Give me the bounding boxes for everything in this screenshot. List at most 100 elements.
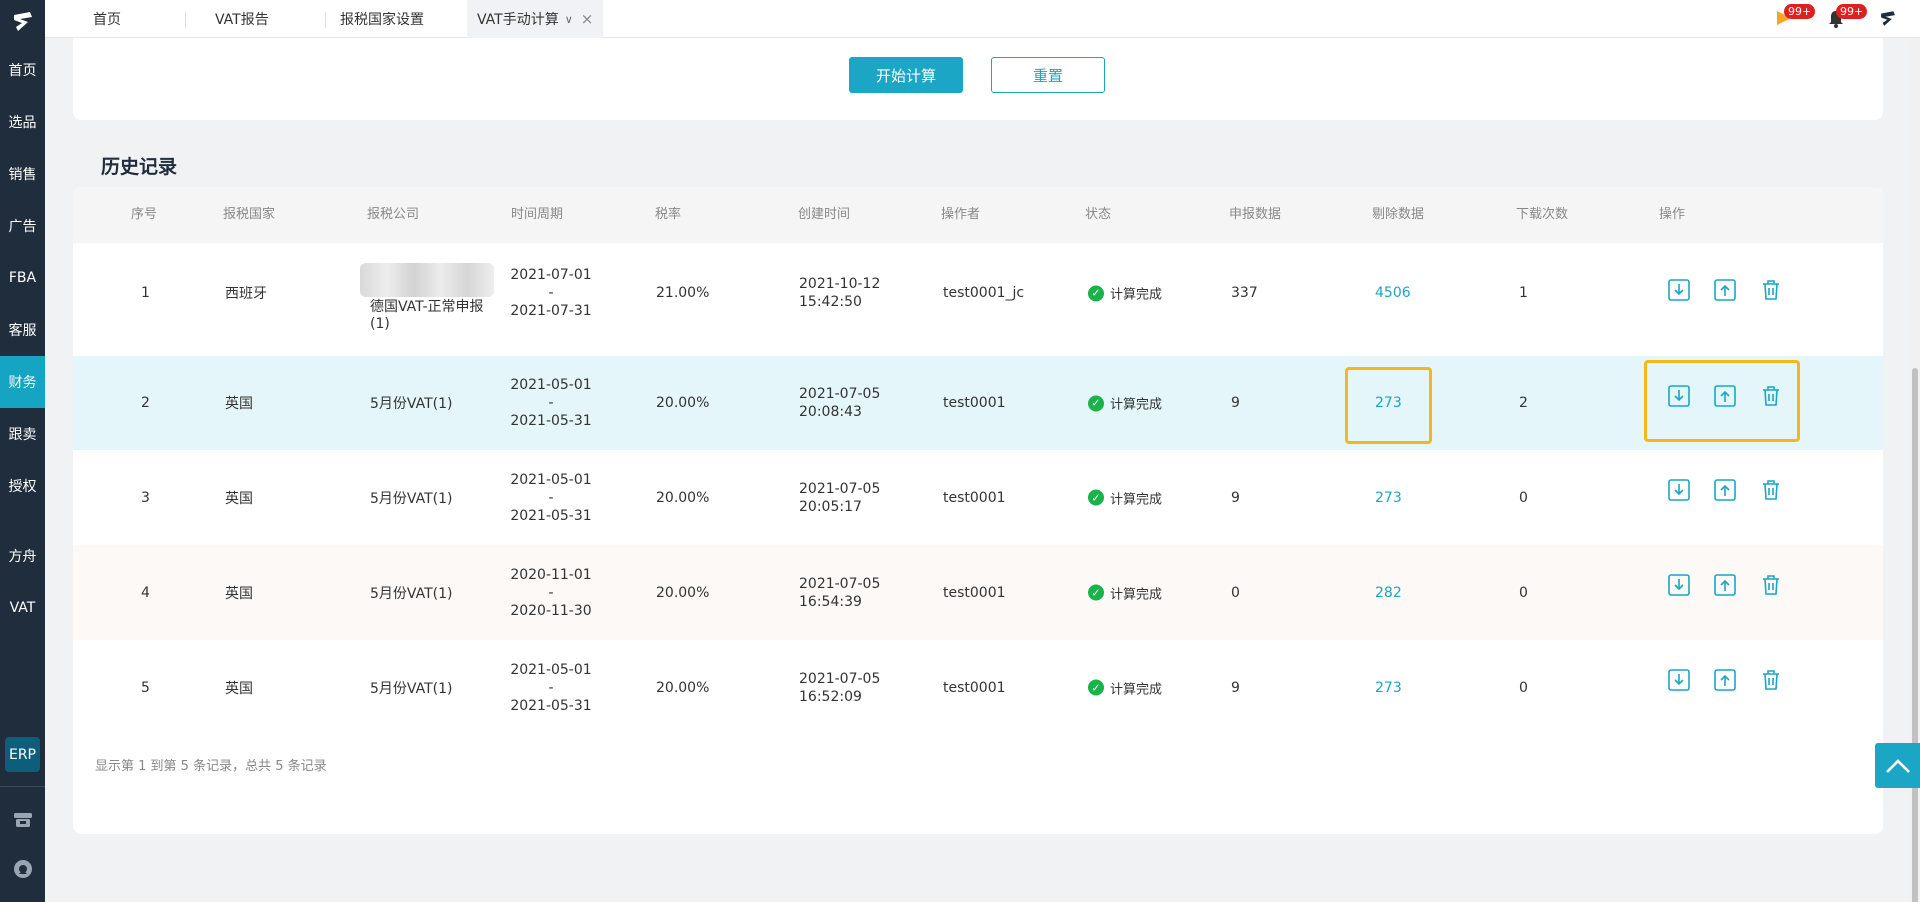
cell-index: 2 [141, 395, 150, 411]
sidebar-item-home[interactable]: 首页 [0, 44, 45, 96]
cell-rate: 20.00% [656, 584, 710, 601]
bell-notification[interactable]: 99+ [1824, 4, 1868, 31]
sidebar-item-service[interactable]: 客服 [0, 304, 45, 356]
history-title: 历史记录 [101, 156, 178, 178]
download-icon[interactable] [1665, 571, 1693, 599]
sidebar: 首页 选品 销售 广告 FBA 客服 财务 跟卖 授权 方舟 VAT ERP [0, 0, 45, 902]
upload-icon[interactable] [1711, 276, 1739, 304]
sidebar-item-follow[interactable]: 跟卖 [0, 408, 45, 460]
scroll-thumb[interactable] [1912, 368, 1918, 902]
status-text: 计算完成 [1110, 287, 1163, 303]
erp-button[interactable]: ERP [5, 737, 40, 772]
sidebar-item-auth[interactable]: 授权 [0, 460, 45, 512]
period-start: 2021-05-01 [510, 377, 592, 393]
sidebar-item-selection[interactable]: 选品 [0, 96, 45, 148]
cell-downloads: 0 [1519, 679, 1528, 696]
tab-home[interactable]: 首页 [93, 0, 121, 38]
cell-index: 4 [141, 584, 150, 601]
flag-notification[interactable]: 99+ [1772, 4, 1816, 31]
cell-operator: test0001 [943, 395, 1006, 411]
top-tab-bar: 首页 VAT报告 报税国家设置 VAT手动计算 ∨ × 99+ 99+ [45, 0, 1920, 38]
cell-period: 2020-11-01 - 2020-11-30 [506, 566, 596, 620]
tab-country-settings[interactable]: 报税国家设置 [340, 0, 424, 38]
tab-label: VAT报告 [215, 12, 269, 28]
removed-data-link[interactable]: 4506 [1375, 285, 1411, 301]
cell-declared: 9 [1231, 489, 1240, 506]
cell-rate: 20.00% [656, 679, 710, 696]
period-end: 2021-07-31 [510, 303, 592, 319]
trash-icon[interactable] [1757, 276, 1785, 304]
col-country: 报税国家 [223, 207, 276, 222]
created-time: 20:08:43 [799, 404, 862, 420]
sidebar-item-finance[interactable]: 财务 [0, 356, 45, 408]
status-badge: ✓ 计算完成 [1088, 394, 1162, 413]
created-time: 20:05:17 [799, 498, 862, 515]
table-row[interactable]: 4 英国 5月份VAT(1) 2020-11-01 - 2020-11-30 2… [73, 545, 1883, 640]
start-calc-button[interactable]: 开始计算 [849, 57, 963, 93]
notification-badge: 99+ [1836, 4, 1868, 19]
cell-index: 1 [141, 285, 150, 301]
tab-vat-manual[interactable]: VAT手动计算 ∨ × [467, 0, 604, 38]
close-icon[interactable]: × [581, 10, 594, 28]
cell-created: 2021-10-12 15:42:50 [799, 275, 880, 311]
table-row[interactable]: 5 英国 5月份VAT(1) 2021-05-01 - 2021-05-31 2… [73, 640, 1883, 735]
back-to-top-button[interactable] [1875, 743, 1920, 788]
col-downloads: 下载次数 [1516, 207, 1569, 222]
sidebar-item-fba[interactable]: FBA [0, 252, 45, 304]
col-period: 时间周期 [511, 207, 564, 222]
table-row[interactable]: 3 英国 5月份VAT(1) 2021-05-01 - 2021-05-31 2… [73, 450, 1883, 545]
period-start: 2021-05-01 [510, 661, 592, 678]
store-icon[interactable] [12, 808, 34, 834]
period-separator: - [548, 489, 554, 506]
removed-data-link[interactable]: 273 [1375, 490, 1402, 506]
sidebar-item-ark[interactable]: 方舟 [0, 530, 45, 582]
cell-downloads: 0 [1519, 489, 1528, 506]
sidebar-item-ads[interactable]: 广告 [0, 200, 45, 252]
trash-icon[interactable] [1757, 571, 1785, 599]
period-end: 2021-05-31 [510, 507, 592, 524]
table-row[interactable]: 2 英国 5月份VAT(1) 2021-05-01 - 2021-05-31 2… [73, 356, 1883, 450]
trash-icon[interactable] [1757, 666, 1785, 694]
tab-vat-report[interactable]: VAT报告 [215, 0, 269, 38]
download-icon[interactable] [1665, 666, 1693, 694]
status-text: 计算完成 [1110, 682, 1163, 697]
support-icon[interactable] [12, 858, 34, 884]
period-start: 2021-07-01 [510, 267, 592, 283]
row-actions [1665, 276, 1785, 304]
calc-form-card: 开始计算 重置 [73, 38, 1883, 120]
upload-icon[interactable] [1711, 571, 1739, 599]
logo-icon[interactable] [0, 0, 45, 44]
period-end: 2021-05-31 [510, 413, 592, 429]
created-date: 2021-07-05 [799, 480, 881, 497]
notification-badge: 99+ [1784, 4, 1816, 19]
download-icon[interactable] [1665, 276, 1693, 304]
period-separator: - [548, 584, 554, 601]
col-index: 序号 [131, 207, 158, 222]
removed-data-link[interactable]: 282 [1375, 585, 1402, 601]
reset-button[interactable]: 重置 [991, 57, 1105, 93]
table-row[interactable]: 1 西班牙 德国VAT-正常申报(1) 2021-07-01 - 2021-07… [73, 243, 1883, 343]
check-icon: ✓ [1088, 395, 1104, 411]
cell-operator: test0001 [943, 584, 1006, 601]
download-icon[interactable] [1665, 476, 1693, 504]
cell-downloads: 1 [1519, 285, 1528, 301]
created-date: 2021-10-12 [799, 276, 881, 292]
upload-icon[interactable] [1711, 476, 1739, 504]
col-created: 创建时间 [798, 207, 851, 222]
period-separator: - [548, 395, 554, 411]
cell-rate: 20.00% [656, 395, 710, 411]
chevron-down-icon[interactable]: ∨ [565, 13, 573, 26]
user-avatar[interactable] [1876, 7, 1900, 31]
check-icon: ✓ [1088, 679, 1104, 696]
status-text: 计算完成 [1110, 587, 1163, 602]
trash-icon[interactable] [1757, 476, 1785, 504]
created-time: 16:54:39 [799, 593, 862, 610]
upload-icon[interactable] [1711, 666, 1739, 694]
sidebar-item-vat[interactable]: VAT [0, 582, 45, 634]
col-rate: 税率 [655, 207, 682, 222]
removed-data-link[interactable]: 273 [1375, 680, 1402, 696]
pagination-info: 显示第 1 到第 5 条记录，总共 5 条记录 [95, 759, 327, 774]
sidebar-item-sales[interactable]: 销售 [0, 148, 45, 200]
period-end: 2020-11-30 [510, 602, 592, 619]
created-date: 2021-07-05 [799, 670, 881, 687]
